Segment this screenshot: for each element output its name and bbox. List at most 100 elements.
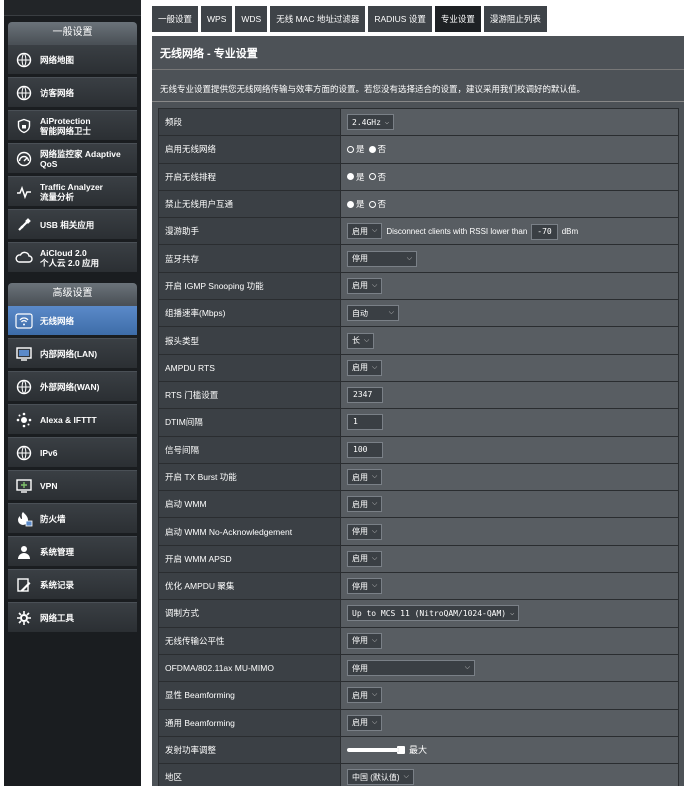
- general-settings-header: 一般设置: [8, 22, 137, 44]
- sidebar-item-globe-map[interactable]: 网络地图: [8, 44, 137, 75]
- select-dropdown[interactable]: 停用 ⌵: [347, 250, 417, 267]
- sidebar-item-log-edit[interactable]: 系统记录: [8, 569, 137, 600]
- select-dropdown[interactable]: 启用 ⌵: [347, 469, 383, 485]
- sidebar-item-gear-user[interactable]: 系统管理: [8, 536, 137, 567]
- radio-button[interactable]: [347, 200, 354, 208]
- sidebar-item-subtitle: 流量分析: [40, 191, 75, 202]
- sidebar-item-ipv6-globe[interactable]: IPv6: [8, 437, 137, 468]
- select-dropdown[interactable]: 停用 ⌵: [347, 660, 475, 677]
- radio-option[interactable]: 是: [347, 198, 365, 210]
- radio-button[interactable]: [368, 200, 376, 208]
- select-dropdown[interactable]: 启用 ⌵: [347, 714, 383, 731]
- setting-label: 启动 WMM: [158, 490, 341, 519]
- sidebar-item-speedometer[interactable]: 网络监控家 Adaptive QoS: [8, 143, 137, 174]
- chevron-down-icon: ⌵: [372, 582, 378, 590]
- radio-button[interactable]: [368, 145, 376, 153]
- tx-power-slider[interactable]: 最大: [347, 743, 427, 756]
- text-input[interactable]: 100: [347, 441, 383, 458]
- tab-4[interactable]: RADIUS 设置: [368, 6, 432, 32]
- slider-value-label: 最大: [409, 745, 428, 756]
- setting-value: 启用 ⌵: [340, 681, 679, 710]
- select-dropdown[interactable]: 自动 ⌵: [347, 305, 399, 322]
- rssi-input[interactable]: -70: [531, 223, 558, 240]
- radio-option[interactable]: 否: [368, 198, 386, 210]
- select-dropdown[interactable]: 停用 ⌵: [347, 632, 383, 649]
- setting-value: 是否: [340, 162, 679, 191]
- text-input[interactable]: 2347: [347, 387, 383, 404]
- tab-0[interactable]: 一般设置: [152, 6, 199, 32]
- slider-track[interactable]: [347, 747, 399, 752]
- radio-button[interactable]: [347, 173, 354, 181]
- sidebar-item-traffic-pulse[interactable]: Traffic Analyzer 流量分析: [8, 176, 137, 207]
- sidebar-item-vpn-monitor[interactable]: VPN: [8, 470, 137, 501]
- sidebar-item-usb[interactable]: USB 相关应用: [8, 209, 137, 240]
- sidebar-item-title: 网络地图: [40, 54, 75, 65]
- page-description: 无线专业设置提供您无线网络传输与效率方面的设置。若您没有选择适合的设置，建议采用…: [152, 70, 684, 102]
- setting-value: 100: [340, 435, 679, 464]
- radio-label: 否: [377, 144, 387, 155]
- select-dropdown[interactable]: 停用 ⌵: [347, 578, 383, 595]
- sidebar-item-subtitle: 个人云 2.0 应用: [40, 257, 100, 268]
- select-dropdown[interactable]: 停用 ⌵: [347, 523, 383, 540]
- text-input[interactable]: 1: [347, 414, 383, 431]
- tab-1[interactable]: WPS: [201, 6, 233, 32]
- tab-bar: 一般设置 WPS WDS 无线 MAC 地址过滤器 RADIUS 设置 专业设置 漫游阻止列…: [152, 6, 547, 32]
- setting-row: 信号间隔 100: [158, 435, 679, 464]
- main-panel: 无线网络 - 专业设置 无线专业设置提供您无线网络传输与效率方面的设置。若您没有…: [152, 36, 684, 786]
- sidebar-item-title: 防火墙: [40, 513, 66, 524]
- radio-label: 是: [356, 199, 365, 210]
- tools-gear-icon: [14, 608, 34, 628]
- select-value: 停用: [352, 254, 368, 264]
- setting-value: 启用 ⌵: [340, 544, 679, 574]
- setting-row: 开启 TX Burst 功能 启用 ⌵: [158, 462, 679, 492]
- sidebar-item-firewall-flame[interactable]: 防火墙: [8, 503, 137, 534]
- radio-option[interactable]: 是: [347, 143, 365, 155]
- select-dropdown[interactable]: 启用 ⌵: [347, 359, 383, 376]
- setting-row: 启动 WMM No-Acknowledgement 停用 ⌵: [158, 517, 679, 546]
- sidebar-item-shield-lock[interactable]: AiProtection 智能网络卫士: [8, 110, 137, 141]
- radio-option[interactable]: 否: [368, 143, 387, 155]
- sidebar-item-title: Alexa & IFTTT: [40, 414, 97, 425]
- tab-5[interactable]: 专业设置: [434, 6, 481, 32]
- radio-button[interactable]: [347, 145, 354, 153]
- sidebar-item-cloud[interactable]: AiCloud 2.0 个人云 2.0 应用: [8, 242, 137, 273]
- monitor-icon: [14, 344, 34, 364]
- chevron-down-icon: ⌵: [388, 309, 394, 317]
- select-dropdown[interactable]: 启用 ⌵: [347, 277, 383, 294]
- sidebar-item-guest-network[interactable]: 访客网络: [8, 77, 137, 108]
- sidebar-item-globe[interactable]: 外部网络(WAN): [8, 371, 137, 402]
- radio-button[interactable]: [368, 173, 376, 181]
- setting-value: 1: [340, 408, 679, 437]
- select-dropdown[interactable]: 2.4GHz ⌵: [347, 114, 395, 131]
- chevron-down-icon: ⌵: [372, 363, 378, 371]
- tab-6[interactable]: 漫游阻止列表: [483, 6, 547, 32]
- sidebar-item-title: 系统记录: [40, 579, 75, 590]
- wifi-icon: [14, 311, 34, 331]
- gear-user-icon: [14, 542, 34, 562]
- select-value: 启用: [352, 472, 368, 482]
- select-dropdown[interactable]: 长 ⌵: [347, 332, 375, 349]
- general-menu: 网络地图访客网络 AiProtection 智能网络卫士 网络监控家 Adaptive…: [8, 44, 137, 273]
- setting-row: 报头类型长 ⌵: [158, 326, 679, 355]
- select-dropdown[interactable]: 启用 ⌵: [347, 496, 383, 513]
- radio-option[interactable]: 是: [347, 171, 365, 183]
- chevron-down-icon: ⌵: [372, 554, 378, 562]
- sidebar-item-alexa-dots[interactable]: Alexa & IFTTT: [8, 404, 137, 435]
- radio-option[interactable]: 否: [368, 171, 386, 183]
- select-dropdown[interactable]: Up to MCS 11 (NitroQAM/1024-QAM) ⌵: [347, 605, 520, 622]
- chevron-down-icon: ⌵: [364, 336, 370, 344]
- sidebar-item-monitor[interactable]: 内部网络(LAN): [8, 338, 137, 369]
- setting-value: 启用 ⌵: [340, 490, 679, 519]
- sidebar-item-label: 防火墙: [40, 514, 66, 524]
- select-dropdown[interactable]: 启用 ⌵: [347, 687, 383, 704]
- chevron-down-icon: ⌵: [372, 691, 378, 699]
- sidebar-item-title: 访客网络: [40, 87, 75, 98]
- select-dropdown[interactable]: 中国 (默认值) ⌵: [347, 769, 414, 786]
- select-dropdown[interactable]: 启用 ⌵: [347, 223, 383, 240]
- tab-3[interactable]: 无线 MAC 地址过滤器: [270, 6, 366, 32]
- tab-2[interactable]: WDS: [235, 6, 268, 32]
- sidebar-item-wifi[interactable]: 无线网络: [8, 305, 137, 336]
- sidebar-item-tools-gear[interactable]: 网络工具: [8, 602, 137, 633]
- select-dropdown[interactable]: 启用 ⌵: [347, 550, 383, 567]
- sidebar-item-subtitle: QoS: [40, 158, 58, 169]
